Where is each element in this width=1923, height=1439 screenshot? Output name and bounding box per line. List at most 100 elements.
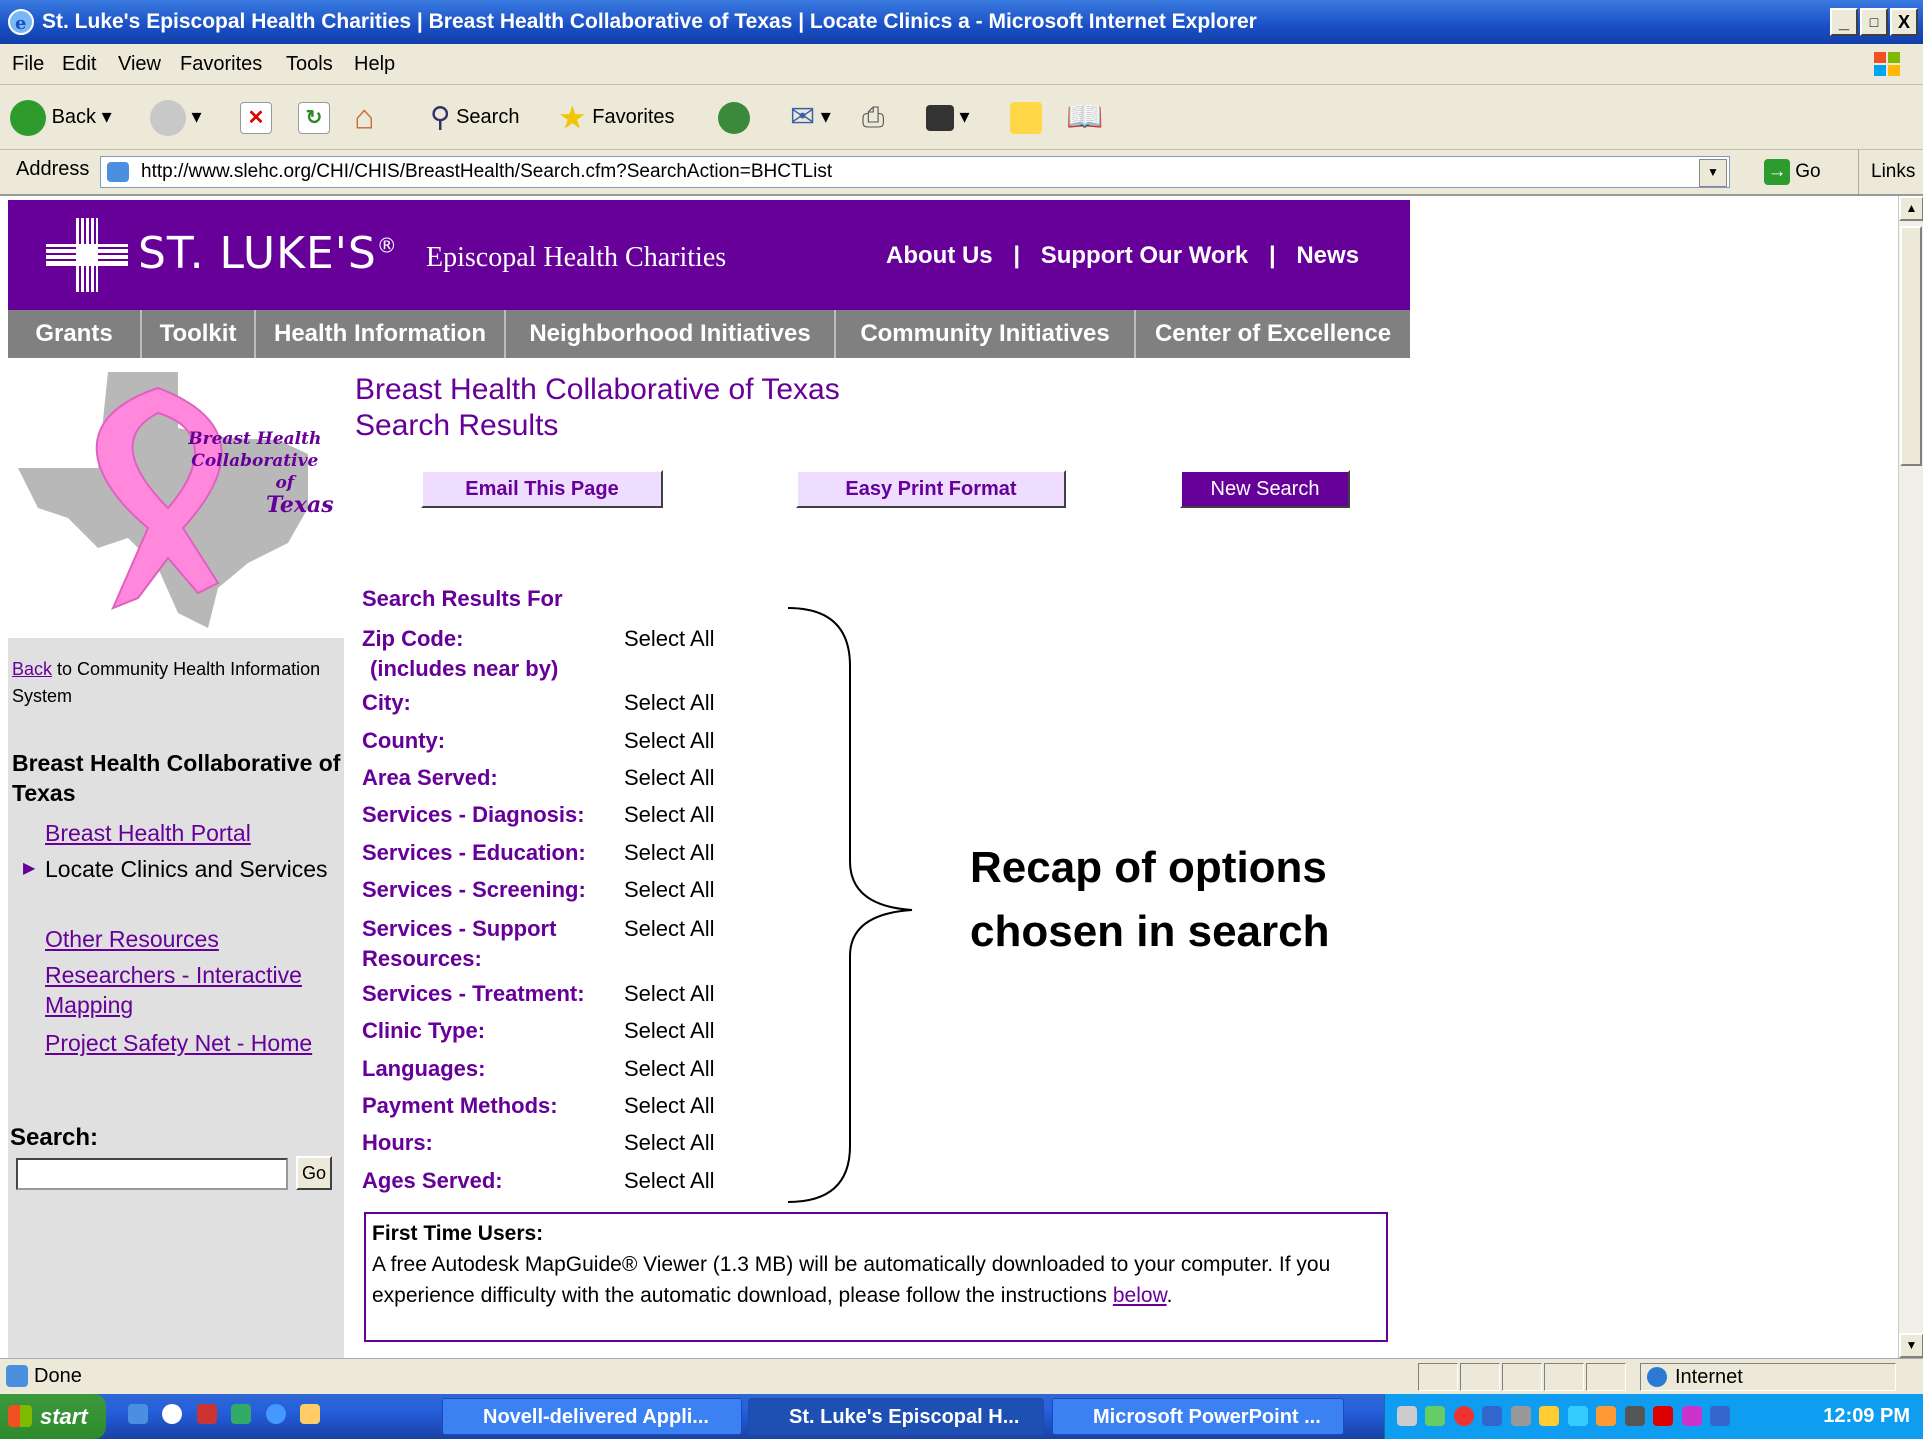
start-label: start bbox=[40, 1404, 88, 1429]
mail-button[interactable]: ✉ ▾ bbox=[790, 95, 831, 139]
favorites-button[interactable]: ★ Favorites bbox=[558, 95, 675, 139]
sidebar-link-label[interactable]: Project Safety Net - Home bbox=[45, 1030, 312, 1056]
search-button[interactable]: ⚲ Search bbox=[430, 95, 519, 139]
refresh-button[interactable]: ↻ bbox=[298, 95, 330, 139]
recap-annotation: Recap of options chosen in search bbox=[970, 836, 1329, 964]
menu-edit[interactable]: Edit bbox=[62, 44, 96, 84]
print-button[interactable]: ⎙ bbox=[862, 95, 884, 139]
easy-print-format-button[interactable]: Easy Print Format bbox=[796, 470, 1066, 508]
stop-button[interactable]: ✕ bbox=[240, 95, 272, 139]
news-link[interactable]: News bbox=[1296, 242, 1359, 269]
window-title: St. Luke's Episcopal Health Charities | … bbox=[42, 10, 1257, 33]
sidebar-item-breast-health-portal[interactable]: Breast Health Portal bbox=[45, 818, 335, 848]
sidebar-link-label[interactable]: Other Resources bbox=[45, 926, 219, 952]
tray-icon[interactable] bbox=[1681, 1406, 1702, 1426]
page-title: Breast Health Collaborative of Texas Sea… bbox=[355, 372, 840, 444]
sidebar-search-input[interactable] bbox=[16, 1158, 288, 1190]
url-dropdown-icon[interactable]: ▼ bbox=[1699, 159, 1727, 187]
sidebar-item-other-resources[interactable]: Other Resources bbox=[45, 924, 335, 954]
tray-icon[interactable] bbox=[1539, 1406, 1560, 1426]
nav-grants[interactable]: Grants bbox=[8, 310, 142, 358]
close-button[interactable]: X bbox=[1890, 8, 1918, 36]
menu-view[interactable]: View bbox=[118, 44, 161, 84]
tray-icon[interactable] bbox=[1425, 1406, 1446, 1426]
app-icon[interactable] bbox=[231, 1404, 252, 1424]
criteria-value: Select All bbox=[624, 840, 715, 865]
tray-icon[interactable] bbox=[1510, 1406, 1531, 1426]
tray-icon[interactable] bbox=[1624, 1406, 1645, 1426]
menu-help[interactable]: Help bbox=[354, 44, 395, 84]
menu-favorites[interactable]: Favorites bbox=[180, 44, 262, 84]
task-novell[interactable]: Novell-delivered Appli... bbox=[442, 1398, 742, 1435]
nav-health-information[interactable]: Health Information bbox=[256, 310, 506, 358]
tray-icon[interactable] bbox=[1596, 1406, 1617, 1426]
page-title-line1: Breast Health Collaborative of Texas bbox=[355, 373, 840, 406]
tray-icon[interactable] bbox=[1709, 1406, 1730, 1426]
search-label: Search bbox=[456, 106, 520, 128]
back-link[interactable]: Back bbox=[12, 659, 52, 679]
scroll-thumb[interactable] bbox=[1900, 226, 1922, 466]
support-our-work-link[interactable]: Support Our Work bbox=[1041, 242, 1249, 269]
criteria-label: County: bbox=[362, 728, 446, 753]
email-this-page-button[interactable]: Email This Page bbox=[421, 470, 663, 508]
menu-file[interactable]: File bbox=[12, 44, 44, 84]
tray-icon[interactable] bbox=[1482, 1406, 1503, 1426]
tray-icon[interactable] bbox=[1567, 1406, 1588, 1426]
instructions-below-link[interactable]: below bbox=[1113, 1284, 1167, 1307]
nav-neighborhood-initiatives[interactable]: Neighborhood Initiatives bbox=[506, 310, 836, 358]
criteria-label-line: (includes near by) bbox=[370, 656, 559, 681]
sidebar-item-project-safety-net[interactable]: Project Safety Net - Home bbox=[45, 1028, 335, 1058]
brand-name[interactable]: ST. LUKE'S® bbox=[138, 228, 398, 279]
tray-icon[interactable] bbox=[1653, 1406, 1674, 1426]
task-ie-st-lukes[interactable]: St. Luke's Episcopal H... bbox=[748, 1398, 1044, 1435]
edit-button[interactable]: ▾ bbox=[926, 95, 970, 139]
ie-quick-launch-icon[interactable] bbox=[265, 1404, 286, 1424]
main-nav: Grants Toolkit Health Information Neighb… bbox=[8, 310, 1410, 358]
minimize-button[interactable]: _ bbox=[1830, 8, 1858, 36]
sidebar-link-label[interactable]: Breast Health Portal bbox=[45, 820, 251, 846]
logo-text-line: Texas bbox=[266, 492, 334, 518]
tray-icon[interactable] bbox=[1453, 1406, 1474, 1426]
sidebar-link-label: Locate Clinics and Services bbox=[45, 856, 328, 882]
research-button[interactable]: 📖 bbox=[1066, 95, 1103, 139]
status-cell bbox=[1418, 1363, 1458, 1391]
links-button[interactable]: Links bbox=[1858, 150, 1915, 194]
scroll-down-button[interactable]: ▼ bbox=[1899, 1333, 1923, 1358]
maximize-button[interactable]: □ bbox=[1860, 8, 1888, 36]
back-button[interactable]: Back ▾ bbox=[10, 95, 112, 139]
taskbar-clock[interactable]: 12:09 PM bbox=[1823, 1394, 1910, 1439]
vertical-scrollbar[interactable]: ▲ ▼ bbox=[1898, 196, 1923, 1358]
go-button[interactable]: → Go bbox=[1764, 156, 1821, 188]
about-us-link[interactable]: About Us bbox=[886, 242, 993, 269]
windows-logo-icon bbox=[8, 1405, 32, 1427]
app-icon[interactable] bbox=[196, 1404, 217, 1424]
nav-center-of-excellence[interactable]: Center of Excellence bbox=[1136, 310, 1410, 358]
url-field[interactable]: http://www.slehc.org/CHI/CHIS/BreastHeal… bbox=[100, 156, 1730, 188]
show-desktop-icon[interactable] bbox=[128, 1404, 148, 1424]
history-button[interactable] bbox=[718, 95, 750, 139]
nav-community-initiatives[interactable]: Community Initiatives bbox=[836, 310, 1136, 358]
window-title-bar[interactable]: e St. Luke's Episcopal Health Charities … bbox=[0, 0, 1923, 44]
home-button[interactable]: ⌂ bbox=[354, 95, 375, 139]
research-icon: 📖 bbox=[1066, 100, 1104, 134]
scroll-up-button[interactable]: ▲ bbox=[1899, 196, 1923, 221]
clock-icon[interactable] bbox=[162, 1404, 183, 1424]
start-button[interactable]: start bbox=[0, 1394, 106, 1439]
outlook-icon[interactable] bbox=[300, 1404, 321, 1424]
page-done-icon bbox=[6, 1365, 28, 1387]
sidebar-item-researchers-mapping[interactable]: Researchers - Interactive Mapping bbox=[45, 960, 335, 1020]
menu-tools[interactable]: Tools bbox=[286, 44, 333, 84]
task-powerpoint[interactable]: Microsoft PowerPoint ... bbox=[1052, 1398, 1344, 1435]
criteria-label: Services - Support Resources: bbox=[362, 914, 556, 974]
current-arrow-icon: ▶ bbox=[23, 860, 36, 877]
new-search-button[interactable]: New Search bbox=[1180, 470, 1350, 508]
discuss-button[interactable] bbox=[1010, 95, 1042, 139]
sidebar-search-go-button[interactable]: Go bbox=[296, 1156, 332, 1190]
forward-button[interactable]: ▾ bbox=[150, 95, 202, 139]
tray-icon[interactable] bbox=[1397, 1406, 1417, 1426]
sidebar-link-label[interactable]: Researchers - Interactive Mapping bbox=[45, 962, 302, 1018]
nav-toolkit[interactable]: Toolkit bbox=[142, 310, 256, 358]
site-header: ST. LUKE'S® Episcopal Health Charities A… bbox=[8, 200, 1410, 310]
note-icon bbox=[1010, 101, 1042, 134]
logo-text: Breast Health Collaborative of Texas bbox=[176, 428, 334, 518]
